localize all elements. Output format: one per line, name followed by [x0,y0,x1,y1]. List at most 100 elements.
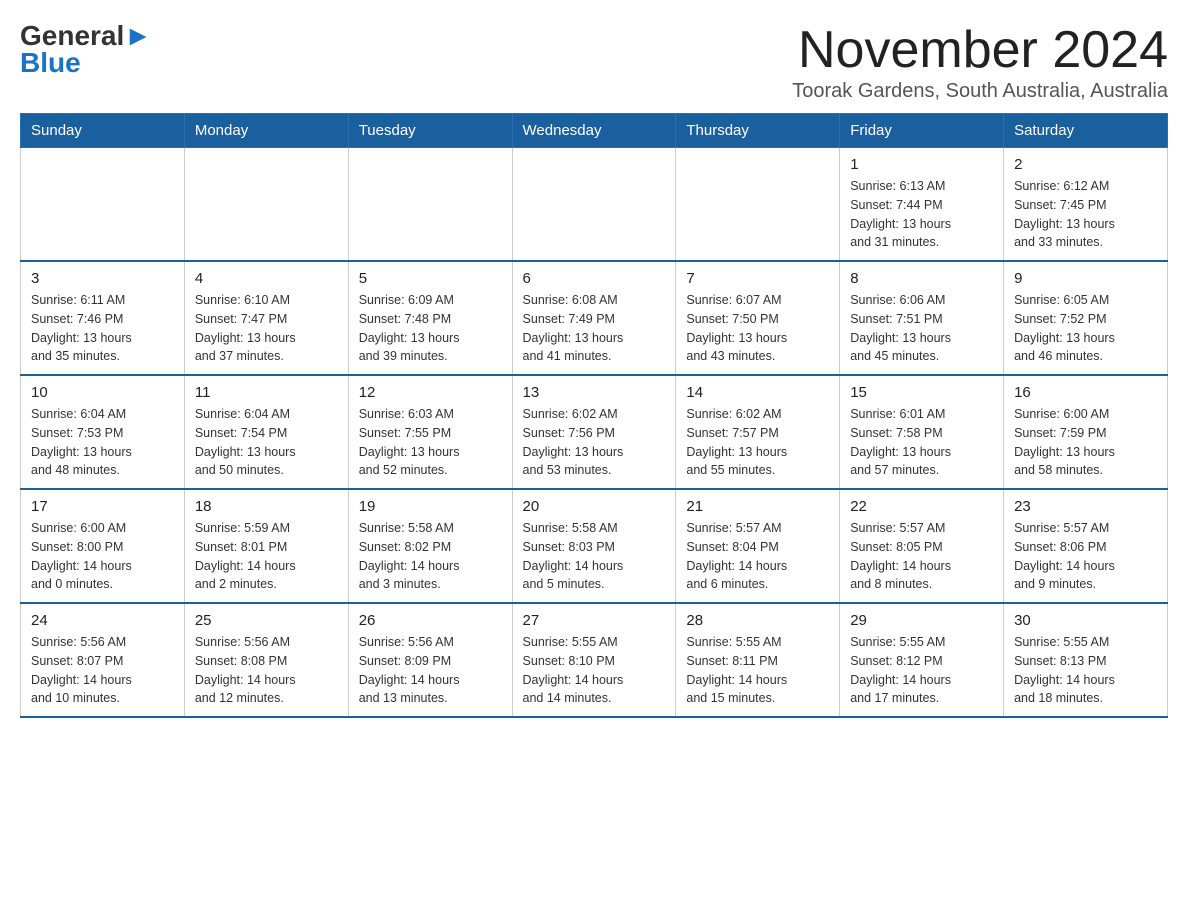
location-title: Toorak Gardens, South Australia, Austral… [792,80,1168,103]
table-row: 19 Sunrise: 5:58 AM Sunset: 8:02 PM Dayli… [348,489,512,603]
col-thursday: Thursday [676,114,840,148]
day-info: Sunrise: 6:03 AM Sunset: 7:55 PM Dayligh… [359,405,502,480]
day-info: Sunrise: 6:02 AM Sunset: 7:56 PM Dayligh… [523,405,666,480]
table-row: 17 Sunrise: 6:00 AM Sunset: 8:00 PM Dayli… [21,489,185,603]
table-row: 22 Sunrise: 5:57 AM Sunset: 8:05 PM Dayli… [840,489,1004,603]
day-info: Sunrise: 6:04 AM Sunset: 7:54 PM Dayligh… [195,405,338,480]
day-info: Sunrise: 6:02 AM Sunset: 7:57 PM Dayligh… [686,405,829,480]
day-number: 20 [523,498,666,515]
calendar-week-row: 3Sunrise: 6:11 AM Sunset: 7:46 PM Daylig… [21,261,1168,375]
day-number: 16 [1014,384,1157,401]
day-number: 22 [850,498,993,515]
table-row: 26 Sunrise: 5:56 AM Sunset: 8:09 PM Dayli… [348,603,512,717]
day-number: 13 [523,384,666,401]
day-info: Sunrise: 5:59 AM Sunset: 8:01 PM Dayligh… [195,519,338,594]
title-block: November 2024 Toorak Gardens, South Aust… [792,20,1168,103]
table-row: 14 Sunrise: 6:02 AM Sunset: 7:57 PM Dayli… [676,375,840,489]
table-row: 27 Sunrise: 5:55 AM Sunset: 8:10 PM Dayli… [512,603,676,717]
day-number: 26 [359,612,502,629]
day-info: Sunrise: 5:57 AM Sunset: 8:05 PM Dayligh… [850,519,993,594]
day-number: 21 [686,498,829,515]
table-row: 20 Sunrise: 5:58 AM Sunset: 8:03 PM Dayli… [512,489,676,603]
day-info: Sunrise: 5:55 AM Sunset: 8:12 PM Dayligh… [850,633,993,708]
table-row: 15Sunrise: 6:01 AM Sunset: 7:58 PM Dayli… [840,375,1004,489]
day-number: 14 [686,384,829,401]
day-number: 4 [195,270,338,287]
table-row: 11 Sunrise: 6:04 AM Sunset: 7:54 PM Dayli… [184,375,348,489]
day-info: Sunrise: 6:00 AM Sunset: 7:59 PM Dayligh… [1014,405,1157,480]
table-row: 12 Sunrise: 6:03 AM Sunset: 7:55 PM Dayli… [348,375,512,489]
table-row: 10 Sunrise: 6:04 AM Sunset: 7:53 PM Dayli… [21,375,185,489]
day-number: 28 [686,612,829,629]
day-number: 10 [31,384,174,401]
table-row [348,148,512,262]
day-number: 6 [523,270,666,287]
table-row [676,148,840,262]
calendar-week-row: 10 Sunrise: 6:04 AM Sunset: 7:53 PM Dayli… [21,375,1168,489]
day-number: 2 [1014,156,1157,173]
col-sunday: Sunday [21,114,185,148]
col-tuesday: Tuesday [348,114,512,148]
day-info: Sunrise: 5:57 AM Sunset: 8:04 PM Dayligh… [686,519,829,594]
day-number: 11 [195,384,338,401]
day-info: Sunrise: 5:56 AM Sunset: 8:08 PM Dayligh… [195,633,338,708]
table-row [184,148,348,262]
day-info: Sunrise: 5:55 AM Sunset: 8:11 PM Dayligh… [686,633,829,708]
day-info: Sunrise: 5:55 AM Sunset: 8:10 PM Dayligh… [523,633,666,708]
day-info: Sunrise: 5:58 AM Sunset: 8:02 PM Dayligh… [359,519,502,594]
day-info: Sunrise: 6:10 AM Sunset: 7:47 PM Dayligh… [195,291,338,366]
day-info: Sunrise: 6:09 AM Sunset: 7:48 PM Dayligh… [359,291,502,366]
table-row [21,148,185,262]
day-number: 19 [359,498,502,515]
table-row: 30 Sunrise: 5:55 AM Sunset: 8:13 PM Dayli… [1004,603,1168,717]
day-number: 17 [31,498,174,515]
table-row: 25 Sunrise: 5:56 AM Sunset: 8:08 PM Dayli… [184,603,348,717]
day-number: 25 [195,612,338,629]
day-number: 7 [686,270,829,287]
day-info: Sunrise: 6:12 AM Sunset: 7:45 PM Dayligh… [1014,177,1157,252]
day-info: Sunrise: 6:00 AM Sunset: 8:00 PM Dayligh… [31,519,174,594]
day-info: Sunrise: 6:08 AM Sunset: 7:49 PM Dayligh… [523,291,666,366]
month-title: November 2024 [792,20,1168,80]
day-number: 8 [850,270,993,287]
day-info: Sunrise: 6:04 AM Sunset: 7:53 PM Dayligh… [31,405,174,480]
day-number: 30 [1014,612,1157,629]
calendar-week-row: 17 Sunrise: 6:00 AM Sunset: 8:00 PM Dayli… [21,489,1168,603]
table-row: 1Sunrise: 6:13 AM Sunset: 7:44 PM Daylig… [840,148,1004,262]
table-row: 4 Sunrise: 6:10 AM Sunset: 7:47 PM Daylig… [184,261,348,375]
calendar-week-row: 24 Sunrise: 5:56 AM Sunset: 8:07 PM Dayli… [21,603,1168,717]
day-number: 1 [850,156,993,173]
table-row: 21 Sunrise: 5:57 AM Sunset: 8:04 PM Dayli… [676,489,840,603]
table-row: 7 Sunrise: 6:07 AM Sunset: 7:50 PM Daylig… [676,261,840,375]
page-header: General► Blue November 2024 Toorak Garde… [20,20,1168,103]
day-number: 9 [1014,270,1157,287]
table-row: 3Sunrise: 6:11 AM Sunset: 7:46 PM Daylig… [21,261,185,375]
table-row: 28 Sunrise: 5:55 AM Sunset: 8:11 PM Dayli… [676,603,840,717]
day-info: Sunrise: 5:55 AM Sunset: 8:13 PM Dayligh… [1014,633,1157,708]
table-row: 9Sunrise: 6:05 AM Sunset: 7:52 PM Daylig… [1004,261,1168,375]
table-row: 16 Sunrise: 6:00 AM Sunset: 7:59 PM Dayli… [1004,375,1168,489]
day-info: Sunrise: 5:58 AM Sunset: 8:03 PM Dayligh… [523,519,666,594]
calendar-table: Sunday Monday Tuesday Wednesday Thursday… [20,113,1168,718]
table-row: 5Sunrise: 6:09 AM Sunset: 7:48 PM Daylig… [348,261,512,375]
table-row: 23 Sunrise: 5:57 AM Sunset: 8:06 PM Dayli… [1004,489,1168,603]
logo: General► Blue [20,20,152,79]
day-number: 23 [1014,498,1157,515]
table-row: 2 Sunrise: 6:12 AM Sunset: 7:45 PM Daylig… [1004,148,1168,262]
day-info: Sunrise: 6:06 AM Sunset: 7:51 PM Dayligh… [850,291,993,366]
day-info: Sunrise: 5:56 AM Sunset: 8:09 PM Dayligh… [359,633,502,708]
table-row [512,148,676,262]
day-number: 12 [359,384,502,401]
day-number: 24 [31,612,174,629]
table-row: 24 Sunrise: 5:56 AM Sunset: 8:07 PM Dayli… [21,603,185,717]
day-info: Sunrise: 6:07 AM Sunset: 7:50 PM Dayligh… [686,291,829,366]
logo-blue: Blue [20,47,81,79]
calendar-week-row: 1Sunrise: 6:13 AM Sunset: 7:44 PM Daylig… [21,148,1168,262]
col-saturday: Saturday [1004,114,1168,148]
day-info: Sunrise: 5:57 AM Sunset: 8:06 PM Dayligh… [1014,519,1157,594]
day-info: Sunrise: 5:56 AM Sunset: 8:07 PM Dayligh… [31,633,174,708]
table-row: 6 Sunrise: 6:08 AM Sunset: 7:49 PM Daylig… [512,261,676,375]
day-number: 15 [850,384,993,401]
day-number: 27 [523,612,666,629]
table-row: 18Sunrise: 5:59 AM Sunset: 8:01 PM Dayli… [184,489,348,603]
